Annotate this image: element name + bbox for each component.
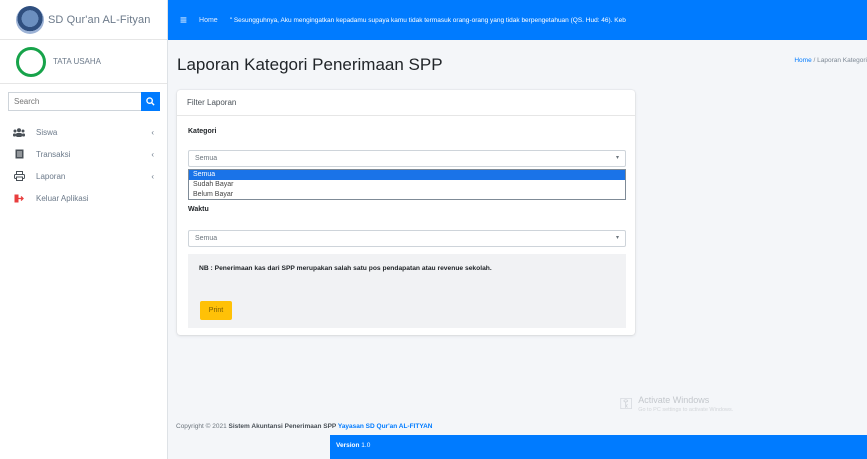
search-input[interactable] xyxy=(8,92,141,111)
brand-link[interactable]: SD Qur'an AL-Fityan xyxy=(0,0,167,40)
quote-marquee: " Sesungguhnya, Aku mengingatkan kepadam… xyxy=(229,16,626,24)
activation-watermark: ⚿ Activate Windows Go to PC settings to … xyxy=(620,395,733,414)
hamburger-menu-icon[interactable]: ≡ xyxy=(180,13,187,27)
org-link[interactable]: Yayasan SD Qur'an AL-FITYAN xyxy=(338,423,433,430)
chevron-down-icon: ▾ xyxy=(615,155,619,161)
watermark-title: Activate Windows xyxy=(638,395,710,405)
chevron-left-icon: ‹ xyxy=(151,127,154,137)
copyright-text: Copyright © 2021 xyxy=(176,423,229,430)
version-label: Version xyxy=(336,442,360,449)
user-name: TATA USAHA xyxy=(53,57,102,66)
sidebar-item-transaksi[interactable]: Transaksi ‹ xyxy=(0,144,168,164)
filter-card: Filter Laporan Kategori Semua ▾ Semua Su… xyxy=(177,90,635,335)
info-note: NB : Penerimaan kas dari SPP merupakan s… xyxy=(199,265,492,272)
sidebar-item-label: Laporan xyxy=(36,171,66,181)
waktu-select[interactable]: Semua ▾ xyxy=(188,230,626,247)
sidebar-item-label: Transaksi xyxy=(36,149,71,159)
kategori-label: Kategori xyxy=(188,128,217,135)
breadcrumb-current: / Laporan Kategori xyxy=(813,57,867,64)
chevron-left-icon: ‹ xyxy=(151,171,154,181)
watermark-subtitle: Go to PC settings to activate Windows. xyxy=(638,407,734,413)
app-name: Sistem Akuntansi Penerimaan SPP xyxy=(228,423,338,430)
info-callout: NB : Penerimaan kas dari SPP merupakan s… xyxy=(188,254,626,328)
user-panel[interactable]: TATA USAHA xyxy=(0,40,167,84)
sidebar: SD Qur'an AL-Fityan TATA USAHA xyxy=(0,0,168,459)
chevron-left-icon: ‹ xyxy=(151,149,154,159)
navbar-home-link[interactable]: Home xyxy=(199,17,218,24)
receipt-icon xyxy=(12,149,26,159)
sidebar-search xyxy=(8,92,160,111)
waktu-label: Waktu xyxy=(188,206,209,213)
search-icon xyxy=(146,97,155,106)
search-button[interactable] xyxy=(141,92,160,111)
brand-name: SD Qur'an AL-Fityan xyxy=(48,13,151,26)
key-icon: ⚿ xyxy=(620,396,633,413)
printer-icon xyxy=(12,171,26,181)
print-button[interactable]: Print xyxy=(200,301,232,320)
user-avatar xyxy=(16,46,46,77)
users-icon xyxy=(12,127,26,137)
sidebar-item-label: Siswa xyxy=(36,127,58,137)
logout-icon xyxy=(12,194,26,203)
card-title: Filter Laporan xyxy=(177,90,635,116)
top-navbar: ≡ Home " Sesungguhnya, Aku mengingatkan … xyxy=(168,0,867,40)
version-number: 1.0 xyxy=(361,442,371,449)
waktu-select-value: Semua xyxy=(195,235,218,242)
kategori-select-value: Semua xyxy=(195,155,218,162)
kategori-dropdown-list: Semua Sudah Bayar Belum Bayar xyxy=(188,169,626,200)
sidebar-item-label: Keluar Aplikasi xyxy=(36,193,89,203)
version-bar: Version 1.0 xyxy=(330,435,867,459)
kategori-select[interactable]: Semua ▾ xyxy=(188,150,626,167)
footer: Copyright © 2021 Sistem Akuntansi Peneri… xyxy=(168,417,867,435)
dropdown-option[interactable]: Belum Bayar xyxy=(189,190,625,200)
sidebar-item-siswa[interactable]: Siswa ‹ xyxy=(0,122,168,142)
breadcrumb-home-link[interactable]: Home xyxy=(794,57,811,64)
brand-logo xyxy=(16,5,44,34)
dropdown-option[interactable]: Sudah Bayar xyxy=(189,180,625,190)
sidebar-item-laporan[interactable]: Laporan ‹ xyxy=(0,166,168,186)
sidebar-nav: Siswa ‹ Transaksi ‹ Laporan ‹ Keluar Apl… xyxy=(0,122,168,210)
sidebar-item-logout[interactable]: Keluar Aplikasi xyxy=(0,188,168,208)
breadcrumb: Home / Laporan Kategori xyxy=(794,57,867,64)
dropdown-option[interactable]: Semua xyxy=(189,170,625,180)
chevron-down-icon: ▾ xyxy=(615,235,619,241)
page-title: Laporan Kategori Penerimaan SPP xyxy=(177,55,443,74)
